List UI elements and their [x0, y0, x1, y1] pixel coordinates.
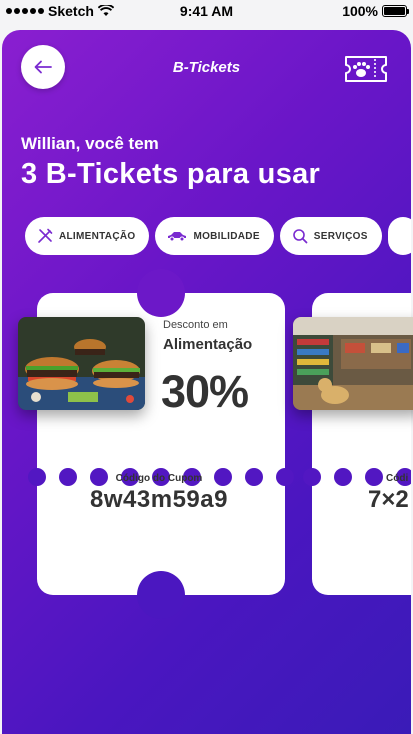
- coupon-code-label: Código do Cupom: [115, 473, 203, 484]
- coupon-category: Alimentação: [163, 336, 253, 353]
- category-chip-label: MOBILIDADE: [193, 230, 260, 242]
- category-filter-bar: ALIMENTAÇÃO MOBILIDADE SERVIÇOS: [25, 217, 411, 255]
- category-chip-mobilidade[interactable]: MOBILIDADE: [155, 217, 274, 255]
- tickets-headline: 3 B-Tickets para usar: [21, 158, 321, 190]
- coupon-code-next: 7×2: [368, 486, 409, 513]
- ticket-paw-icon[interactable]: [343, 54, 389, 84]
- screen: Sketch 9:41 AM 100% B-Tickets Willian, v…: [0, 0, 413, 734]
- category-chip-label: SERVIÇOS: [313, 230, 368, 242]
- status-bar: Sketch 9:41 AM 100%: [0, 0, 413, 22]
- search-service-icon: [292, 229, 308, 244]
- coupon-notch: [137, 269, 185, 317]
- battery-label: 100%: [342, 3, 378, 19]
- car-icon: [168, 232, 187, 242]
- coupon-discount: 30%: [161, 366, 249, 417]
- coupon-image-pet-store: [293, 317, 413, 410]
- coupon-notch: [137, 571, 185, 619]
- category-chip-alimentacao[interactable]: ALIMENTAÇÃO: [25, 217, 150, 255]
- coupon-code-label-next: Códi: [386, 473, 409, 484]
- status-right: 100%: [342, 3, 409, 19]
- greeting-text: Willian, você tem: [21, 134, 159, 153]
- fork-knife-icon: [38, 228, 53, 243]
- coupon-image-burger: [18, 317, 145, 410]
- coupon-code: 8w43m59a9: [90, 486, 228, 513]
- category-chip-servicos[interactable]: SERVIÇOS: [279, 217, 382, 255]
- battery-icon: [382, 5, 409, 17]
- coupon-desc-label: Desconto em: [163, 319, 228, 331]
- category-chip-label: ALIMENTAÇÃO: [59, 230, 136, 242]
- category-chip-more[interactable]: [387, 217, 411, 255]
